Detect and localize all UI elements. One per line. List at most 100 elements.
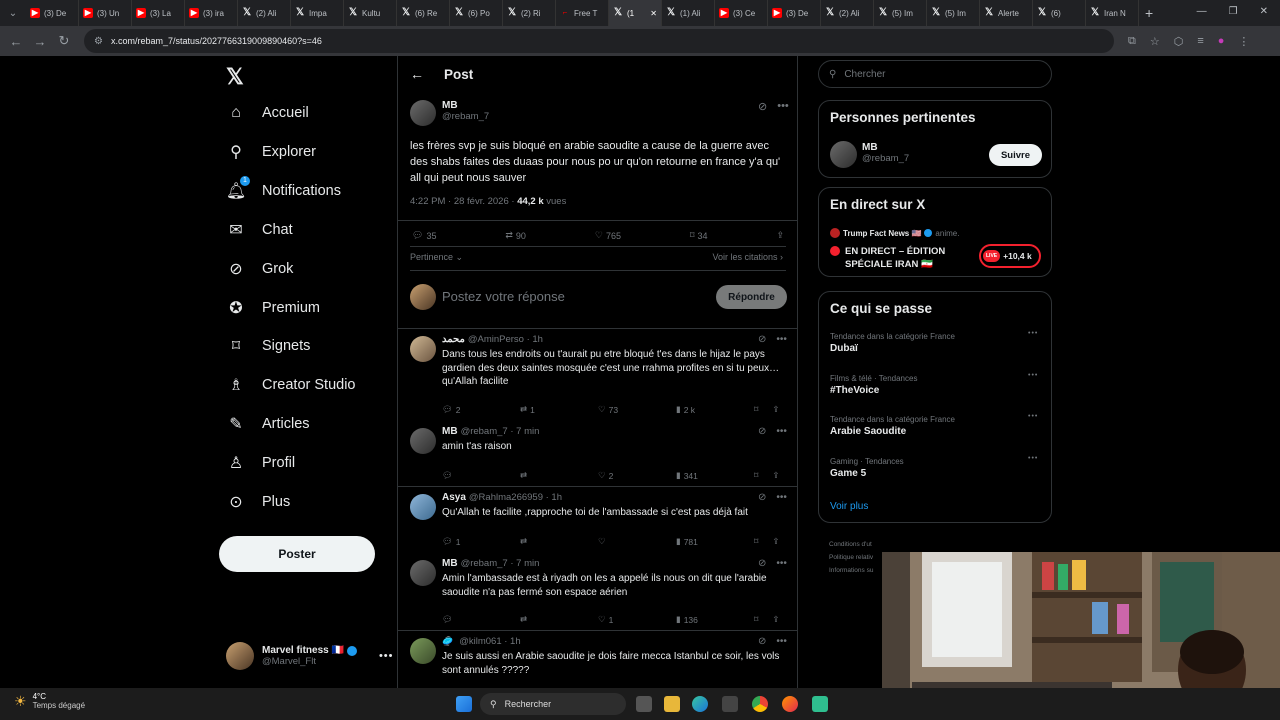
- trend-name[interactable]: #TheVoice: [830, 385, 879, 396]
- browser-tab[interactable]: 𝕏 Impa: [291, 0, 344, 26]
- nav-item-creator-studio[interactable]: ♗ Creator Studio: [226, 375, 356, 395]
- reply-button[interactable]: 💬︎ 1: [442, 536, 520, 547]
- maximize-button[interactable]: ❐: [1229, 6, 1238, 17]
- file-explorer-icon[interactable]: [664, 696, 680, 712]
- browser-tab[interactable]: ▶ (3) Un: [79, 0, 132, 26]
- like-button[interactable]: ♡ 2: [598, 470, 676, 481]
- trend-more-icon[interactable]: •••: [1028, 372, 1038, 379]
- browser-tab[interactable]: ▶ (3) De: [26, 0, 79, 26]
- star-icon[interactable]: ☆: [1150, 35, 1160, 48]
- trend-more-icon[interactable]: •••: [1028, 455, 1038, 462]
- tab-search-button[interactable]: ⌄: [0, 8, 26, 19]
- share-icon[interactable]: ⇪: [772, 614, 779, 625]
- nav-item-accueil[interactable]: ⌂ Accueil: [226, 103, 309, 123]
- reply-author-name[interactable]: محمد: [442, 334, 465, 345]
- bookmark-button[interactable]: ⌑ 34: [690, 230, 708, 241]
- reply-button[interactable]: 💬︎: [442, 470, 520, 481]
- browser-tab[interactable]: ▶ (3) Ce: [715, 0, 768, 26]
- edge-icon[interactable]: [692, 696, 708, 712]
- reply-avatar[interactable]: [410, 560, 436, 586]
- browser-tab[interactable]: ▶ (3) La: [132, 0, 185, 26]
- forward-icon[interactable]: →: [28, 34, 52, 49]
- views-button[interactable]: ▮ 341: [676, 470, 746, 481]
- bookmark-icon[interactable]: ⌑: [754, 470, 758, 481]
- account-switcher[interactable]: Marvel fitness 🇫🇷 @Marvel_Flt •••: [226, 642, 394, 670]
- bookmark-icon[interactable]: ⌑: [754, 614, 758, 625]
- post-author-name[interactable]: MB: [442, 100, 489, 111]
- reload-icon[interactable]: ↻: [52, 33, 76, 49]
- close-window-button[interactable]: ✕: [1260, 6, 1268, 17]
- back-icon[interactable]: ←: [4, 34, 28, 49]
- nav-item-signets[interactable]: ⌑ Signets: [226, 336, 310, 356]
- views-button[interactable]: ▮ 781: [676, 536, 746, 547]
- browser-tab[interactable]: 𝕏 (5) Im: [874, 0, 927, 26]
- task-view-icon[interactable]: [636, 696, 652, 712]
- browser-tab[interactable]: ▶ (3) De: [768, 0, 821, 26]
- reply-more-icon[interactable]: •••: [776, 636, 787, 647]
- retweet-button[interactable]: ⇄ 90: [505, 230, 526, 241]
- footer-link[interactable]: Politique relativ: [829, 551, 873, 564]
- post-timestamp[interactable]: 4:22 PM · 28 févr. 2026 ·: [410, 196, 517, 207]
- browser-tab[interactable]: 𝕏 Iran N: [1086, 0, 1139, 26]
- follow-button[interactable]: Suivre: [989, 144, 1042, 166]
- views-button[interactable]: ▮ 136: [676, 614, 746, 625]
- reply-button[interactable]: 💬︎ 2: [442, 404, 520, 415]
- trend-more-icon[interactable]: •••: [1028, 413, 1038, 420]
- footer-link[interactable]: Conditions d'ut: [829, 538, 873, 551]
- browser-tab[interactable]: 𝕏 (2) Ali: [821, 0, 874, 26]
- live-host[interactable]: Trump Fact News 🇺🇸: [843, 229, 921, 238]
- nav-item-plus[interactable]: ⊙ Plus: [226, 492, 290, 512]
- reply-author-handle[interactable]: @rebam_7 · 7 min: [461, 558, 540, 569]
- browser-tab[interactable]: 𝕏 (6): [1033, 0, 1086, 26]
- browser-tab[interactable]: 𝕏 (1) Ali: [662, 0, 715, 26]
- reply-more-icon[interactable]: •••: [776, 492, 787, 503]
- quotes-link[interactable]: Voir les citations ›: [712, 252, 783, 262]
- trend-name[interactable]: Dubaï: [830, 343, 858, 354]
- browser-tab[interactable]: 𝕏 (2) Ri: [503, 0, 556, 26]
- weather-widget[interactable]: ☀ 4°C Temps dégagé: [14, 692, 85, 710]
- reply-author-name[interactable]: Asya: [442, 492, 466, 503]
- show-more-link[interactable]: Voir plus: [830, 501, 868, 512]
- reply-button[interactable]: 💬︎: [442, 614, 520, 625]
- extensions-icon[interactable]: ⬡: [1174, 35, 1184, 48]
- app-icon[interactable]: [812, 696, 828, 712]
- install-icon[interactable]: ⧉: [1128, 35, 1136, 48]
- store-icon[interactable]: [722, 696, 738, 712]
- media-icon[interactable]: ≡: [1197, 35, 1203, 48]
- nav-item-articles[interactable]: ✎ Articles: [226, 414, 309, 434]
- browser-tab[interactable]: 𝕏 (5) Im: [927, 0, 980, 26]
- share-icon[interactable]: ⇪: [776, 230, 784, 241]
- live-listeners-badge[interactable]: LIVE +10,4 k: [979, 244, 1041, 268]
- reply-author-handle[interactable]: @AminPerso · 1h: [468, 334, 543, 345]
- relevant-avatar[interactable]: [830, 141, 857, 168]
- reply-more-icon[interactable]: •••: [776, 334, 787, 345]
- nav-item-notifications[interactable]: 🔔︎ 1 Notifications: [226, 175, 341, 201]
- trend-more-icon[interactable]: •••: [1028, 330, 1038, 337]
- like-button[interactable]: ♡ 1: [598, 614, 676, 625]
- reply-input[interactable]: Postez votre réponse: [442, 289, 565, 304]
- browser-tab[interactable]: 𝕏 (1 ✕: [609, 0, 662, 26]
- back-arrow-icon[interactable]: ←: [410, 66, 424, 82]
- reply-avatar[interactable]: [410, 494, 436, 520]
- browser-tab[interactable]: 𝕏 (6) Re: [397, 0, 450, 26]
- account-more-icon[interactable]: •••: [379, 650, 394, 662]
- like-button[interactable]: ♡ 73: [598, 404, 676, 415]
- url-bar[interactable]: ⚙ x.com/rebam_7/status/20277663190098904…: [84, 29, 1114, 53]
- grok-icon[interactable]: ⊘: [758, 426, 766, 437]
- trend-name[interactable]: Arabie Saoudite: [830, 426, 906, 437]
- trend-name[interactable]: Game 5: [830, 468, 866, 479]
- browser-tab[interactable]: 𝕏 (2) Ali: [238, 0, 291, 26]
- reply-avatar[interactable]: [410, 638, 436, 664]
- post-author-avatar[interactable]: [410, 100, 436, 126]
- minimize-button[interactable]: —: [1197, 6, 1207, 17]
- reply-avatar[interactable]: [410, 428, 436, 454]
- retweet-button[interactable]: ⇄: [520, 470, 598, 481]
- nav-item-explorer[interactable]: ⚲ Explorer: [226, 142, 316, 162]
- live-headline[interactable]: EN DIRECT – ÉDITION SPÉCIALE IRAN 🇮🇷: [845, 245, 985, 271]
- reply-more-icon[interactable]: •••: [776, 558, 787, 569]
- grok-icon[interactable]: ⊘: [758, 100, 767, 113]
- relevant-name[interactable]: MB: [862, 142, 909, 153]
- browser-tab[interactable]: 𝕏 Alerte: [980, 0, 1033, 26]
- views-button[interactable]: ▮ 2 k: [676, 404, 746, 415]
- reply-avatar[interactable]: [410, 336, 436, 362]
